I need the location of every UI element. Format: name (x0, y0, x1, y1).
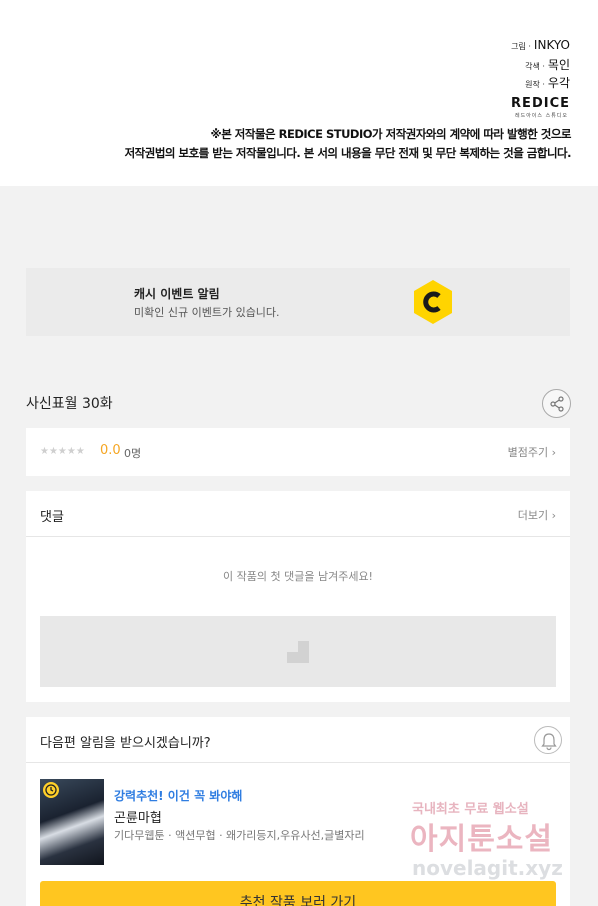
watermark-line3: novelagit.xyz (412, 856, 563, 880)
rate-button[interactable]: 별점주기 › (508, 444, 556, 460)
cash-event-title: 캐시 이벤트 알림 (134, 287, 220, 301)
ad-placeholder[interactable] (40, 616, 556, 687)
comments-card: 댓글 더보기 › 이 작품의 첫 댓글을 남겨주세요! (26, 491, 570, 702)
comments-empty-message: 이 작품의 첫 댓글을 남겨주세요! (223, 570, 373, 583)
copyright-notice-line2: 저작권법의 보호를 받는 저작물입니다. 본 서의 내용을 무단 전재 및 무단… (124, 146, 572, 160)
credit-art: 그림 · INKYO (511, 38, 570, 52)
recommended-work-thumbnail[interactable] (40, 779, 104, 865)
recommended-work-title[interactable]: 곤륜마협 (114, 807, 162, 826)
recommended-work-genres: 기다무웹툰 · 액션무협 · 왜가리등지,우유사선,글별자리 (114, 829, 365, 842)
comments-title: 댓글 (40, 510, 64, 525)
share-icon (550, 396, 564, 412)
credits-section: 그림 · INKYO 각색 · 목인 원작 · 우각 REDICE 레드아이스 스튜디… (0, 0, 598, 186)
rating-stars: ★★★★★ (40, 446, 85, 457)
wait-free-clock-icon (43, 782, 59, 798)
next-episode-header: 다음편 알림을 받으시겠습니까? (26, 717, 570, 763)
credit-adaptation: 각색 · 목인 (525, 58, 570, 72)
share-button[interactable] (542, 389, 571, 418)
credit-original: 원작 · 우각 (525, 76, 570, 90)
ad-placeholder-icon (287, 641, 309, 663)
cash-event-description: 미확인 신규 이벤트가 있습니다. (134, 306, 280, 319)
next-episode-question: 다음편 알림을 받으시겠습니까? (40, 736, 211, 751)
recommendation-tag: 강력추천! 이건 꼭 봐야해 (114, 789, 243, 803)
copyright-notice-line1: ※본 저작물은 REDICE STUDIO가 저작권자와의 계약에 따라 발행한… (210, 127, 572, 141)
bell-icon (541, 733, 557, 751)
rating-score: 0.0 (100, 443, 121, 458)
cash-c-icon (414, 280, 452, 324)
rating-count: 0명 (124, 447, 142, 460)
cash-event-banner[interactable]: 캐시 이벤트 알림 미확인 신규 이벤트가 있습니다. (26, 268, 570, 336)
watermark-line2: 아지툰소설 (410, 822, 553, 857)
site-watermark: 국내최초 무료 웹소설 아지툰소설 novelagit.xyz (410, 798, 590, 898)
notify-bell-button[interactable] (534, 726, 562, 754)
comments-more-link[interactable]: 더보기 › (518, 507, 556, 523)
publisher-logo: REDICE (511, 96, 570, 111)
go-to-recommendation-label: 추천 작품 보러 가기 (239, 895, 357, 906)
publisher-logo-subtitle: 레드아이스 스튜디오 (515, 113, 568, 119)
rating-card: ★★★★★ 0.0 0명 별점주기 › (26, 428, 570, 476)
episode-title: 사신표월 30화 (26, 396, 113, 412)
comments-header: 댓글 더보기 › (26, 491, 570, 537)
